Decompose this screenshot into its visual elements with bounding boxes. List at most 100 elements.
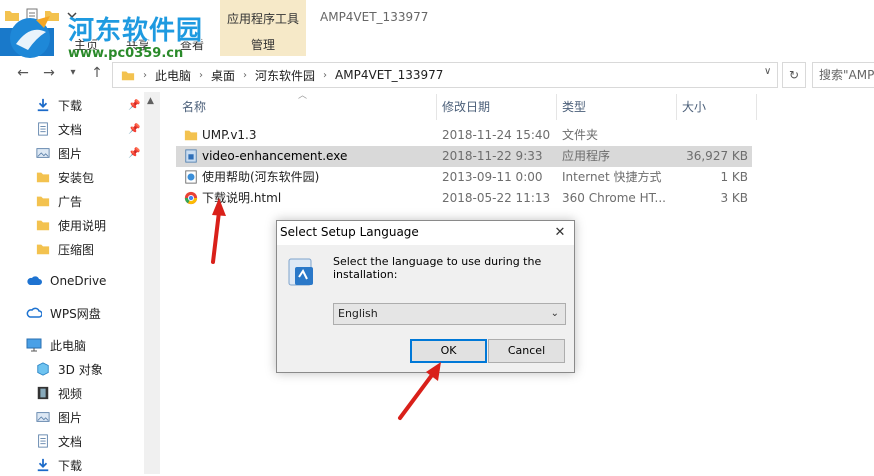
column-header-date[interactable]: 修改日期 — [442, 96, 490, 118]
sidebar-item-label: 图片 — [58, 146, 83, 161]
dialog-message: Select the language to use during the in… — [333, 255, 542, 281]
file-date: 2018-11-22 9:33 — [442, 149, 543, 163]
folder-icon — [121, 71, 135, 81]
sidebar-item-label: 使用说明 — [58, 218, 107, 233]
navigation-pane: 下载 📌 文档 📌 图片 📌 安装包 广告 使用说明 压缩图 OneDrive … — [0, 92, 160, 474]
dialog-title: Select Setup Language — [280, 225, 419, 239]
sidebar-item-compressed-images[interactable]: 压缩图 — [36, 238, 94, 260]
address-history-dropdown-icon[interactable]: ∨ — [764, 66, 771, 77]
file-row[interactable]: 下载说明.html 2018-05-22 11:13 360 Chrome HT… — [176, 188, 752, 209]
file-name: 下载说明.html — [202, 191, 282, 205]
sidebar-item-downloads-pc[interactable]: 下载 — [36, 454, 82, 476]
column-header-size[interactable]: 大小 — [682, 96, 706, 118]
sidebar-item-label: 下载 — [58, 98, 83, 113]
column-header-type[interactable]: 类型 — [562, 96, 586, 118]
film-icon — [37, 386, 49, 400]
file-type: 文件夹 — [562, 128, 599, 142]
sidebar-item-install-packages[interactable]: 安装包 — [36, 166, 94, 188]
file-name: 使用帮助(河东软件园) — [202, 170, 320, 184]
sidebar-item-videos[interactable]: 视频 — [36, 382, 82, 404]
cancel-button[interactable]: Cancel — [488, 339, 565, 363]
sidebar-item-this-pc[interactable]: 此电脑 — [26, 334, 86, 356]
file-size: 36,927 KB — [686, 149, 748, 163]
language-select-value: English — [338, 307, 378, 320]
computer-icon — [26, 338, 42, 352]
ok-button[interactable]: OK — [410, 339, 487, 363]
sidebar-item-downloads[interactable]: 下载 — [36, 94, 82, 116]
sidebar-item-3d-objects[interactable]: 3D 对象 — [36, 358, 103, 380]
sidebar-item-label: 3D 对象 — [58, 362, 103, 377]
pin-icon[interactable]: 📌 — [128, 100, 140, 111]
column-header-name[interactable]: 名称 — [182, 96, 206, 118]
chrome-icon — [184, 191, 198, 205]
column-divider[interactable] — [556, 94, 557, 120]
sidebar-item-ads[interactable]: 广告 — [36, 190, 82, 212]
forward-arrow-icon[interactable]: → — [40, 64, 58, 82]
sidebar-item-label: 安装包 — [58, 170, 95, 185]
file-row[interactable]: 使用帮助(河东软件园) 2013-09-11 0:00 Internet 快捷方… — [176, 167, 752, 188]
setup-icon — [288, 258, 313, 286]
close-icon[interactable]: ✕ — [549, 223, 571, 243]
sidebar-item-label: 广告 — [58, 194, 83, 209]
column-divider[interactable] — [676, 94, 677, 120]
sidebar-item-pictures[interactable]: 图片 — [36, 142, 82, 164]
breadcrumb-separator-icon: › — [323, 69, 328, 81]
file-row[interactable]: video-enhancement.exe 2018-11-22 9:33 应用… — [176, 146, 752, 167]
sidebar-item-documents-pc[interactable]: 文档 — [36, 430, 82, 452]
recent-locations-chevron-icon[interactable]: ▾ — [64, 64, 82, 82]
file-size: 3 KB — [720, 191, 748, 205]
breadcrumb-hedong[interactable]: 河东软件园 — [255, 67, 315, 84]
sidebar-item-label: 图片 — [58, 410, 83, 425]
wps-cloud-icon — [26, 307, 42, 318]
file-type: 360 Chrome HT... — [562, 191, 666, 205]
picture-icon — [36, 148, 50, 158]
folder-icon — [36, 196, 50, 207]
sidebar-item-label: 下载 — [58, 458, 83, 473]
sort-ascending-icon: ︿ — [298, 91, 308, 101]
sidebar-item-pictures-pc[interactable]: 图片 — [36, 406, 82, 428]
watermark-logo-icon — [10, 16, 50, 58]
tab-manage[interactable]: 管理 — [220, 36, 306, 53]
pin-icon[interactable]: 📌 — [128, 124, 140, 135]
up-arrow-icon[interactable]: ↑ — [88, 64, 106, 82]
chevron-down-icon: ⌄ — [550, 308, 559, 319]
breadcrumb-separator-icon: › — [143, 69, 147, 81]
scroll-up-arrow-icon[interactable]: ▲ — [147, 96, 154, 106]
breadcrumb-desktop[interactable]: 桌面 — [211, 67, 235, 84]
window-title: AMP4VET_133977 — [320, 10, 429, 24]
context-group-title: 应用程序工具 — [226, 12, 299, 26]
picture-icon — [36, 412, 50, 422]
search-input[interactable]: 搜索"AMP — [812, 62, 874, 88]
sidebar-item-label: 压缩图 — [58, 242, 95, 257]
file-row[interactable]: UMP.v1.3 2018-11-24 15:40 文件夹 — [176, 125, 752, 146]
pin-icon[interactable]: 📌 — [128, 148, 140, 159]
column-divider[interactable] — [756, 94, 757, 120]
sidebar-item-label: 视频 — [58, 386, 83, 401]
breadcrumb-this-pc[interactable]: 此电脑 — [155, 67, 191, 84]
download-arrow-icon — [37, 458, 49, 472]
sidebar-item-label: WPS网盘 — [50, 306, 101, 321]
language-select[interactable]: English ⌄ — [333, 303, 566, 325]
file-date: 2018-05-22 11:13 — [442, 191, 551, 205]
file-date: 2013-09-11 0:00 — [442, 170, 543, 184]
cube-icon — [37, 362, 49, 376]
breadcrumb-separator-icon: › — [199, 69, 204, 81]
address-bar[interactable]: › 此电脑 › 桌面 › 河东软件园 › AMP4VET_133977 — [112, 62, 778, 88]
file-type: Internet 快捷方式 — [562, 170, 662, 184]
file-name: video-enhancement.exe — [202, 149, 348, 163]
column-divider[interactable] — [436, 94, 437, 120]
back-arrow-icon[interactable]: ← — [14, 64, 32, 82]
watermark-name: 河东软件园 — [68, 16, 204, 46]
sidebar-item-documents[interactable]: 文档 — [36, 118, 82, 140]
sidebar-item-wps-cloud[interactable]: WPS网盘 — [26, 302, 101, 324]
setup-language-dialog: Select Setup Language ✕ Select the langu… — [276, 220, 575, 373]
sidebar-scrollbar[interactable] — [144, 92, 160, 474]
breadcrumb-separator-icon: › — [243, 69, 248, 81]
refresh-icon[interactable]: ↻ — [782, 62, 806, 88]
installer-icon — [185, 149, 197, 163]
sidebar-item-onedrive[interactable]: OneDrive — [26, 270, 106, 292]
breadcrumb-current-folder[interactable]: AMP4VET_133977 — [335, 68, 443, 82]
sidebar-item-instructions[interactable]: 使用说明 — [36, 214, 106, 236]
folder-icon — [36, 220, 50, 231]
sidebar-item-label: 文档 — [58, 434, 83, 449]
